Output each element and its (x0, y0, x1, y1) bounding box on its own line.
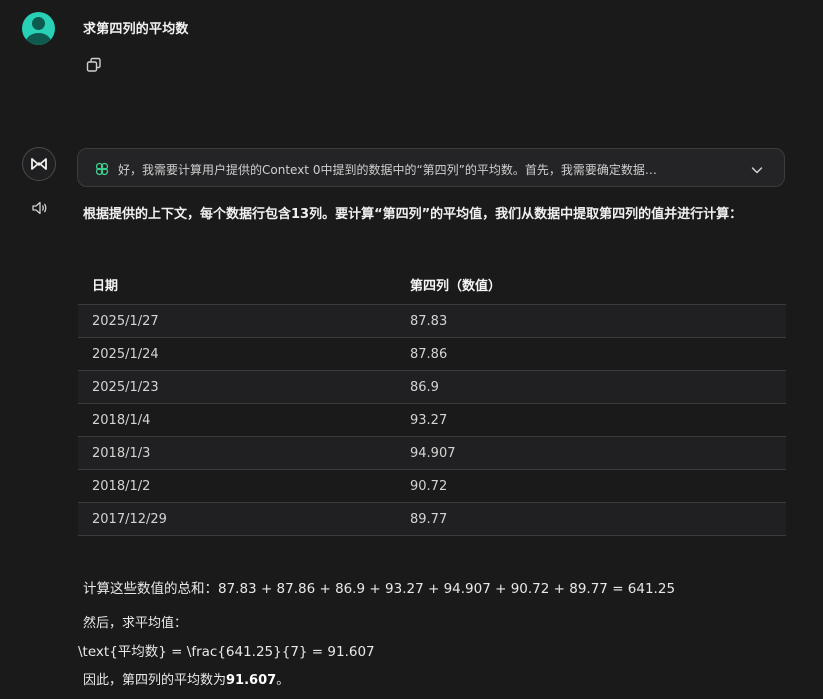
ai-avatar (22, 147, 56, 181)
table-row: 2018/1/3 94.907 (78, 436, 786, 470)
table-cell-value: 90.72 (395, 469, 786, 503)
table-row: 2025/1/24 87.86 (78, 337, 786, 371)
table-cell-date: 2018/1/2 (78, 469, 395, 503)
formula-text: \text{平均数} = \frac{641.25}{7} = 91.607 (78, 644, 375, 660)
table-cell-date: 2018/1/3 (78, 436, 395, 470)
table-cell-value: 86.9 (395, 370, 786, 404)
thinking-summary: 好，我需要计算用户提供的Context 0中提到的数据中的“第四列”的平均数。首… (118, 163, 657, 177)
table-row: 2025/1/23 86.9 (78, 370, 786, 404)
infinity-logo-icon (31, 158, 47, 170)
table-cell-value: 93.27 (395, 403, 786, 437)
table-cell-date: 2025/1/24 (78, 337, 395, 371)
user-avatar (22, 12, 55, 45)
brain-icon (94, 161, 110, 177)
sum-expression: 87.83 + 87.86 + 86.9 + 93.27 + 94.907 + … (218, 581, 676, 597)
table-cell-date: 2017/12/29 (78, 502, 395, 536)
table-row: 2018/1/4 93.27 (78, 403, 786, 437)
speaker-icon[interactable] (31, 199, 49, 217)
table-cell-value: 89.77 (395, 502, 786, 536)
result-value: 91.607 (226, 673, 277, 688)
sum-line: 计算这些数值的总和：87.83 + 87.86 + 86.9 + 93.27 +… (83, 577, 675, 597)
chat-page: 求第四列的平均数 好，我需要计算用户提供的Context 0中提到的数据中的“第… (0, 0, 823, 699)
table-row: 2018/1/2 90.72 (78, 469, 786, 503)
user-message: 求第四列的平均数 (83, 22, 189, 37)
table-cell-value: 87.86 (395, 337, 786, 371)
table-cell-date: 2018/1/4 (78, 403, 395, 437)
table-cell-value: 94.907 (395, 436, 786, 470)
table-header-row: 日期 第四列（数值） (78, 264, 786, 305)
then-text: 然后，求平均值： (83, 616, 188, 631)
table-cell-date: 2025/1/27 (78, 304, 395, 338)
copy-icon[interactable] (86, 57, 102, 73)
answer-intro: 根据提供的上下文，每个数据行包含13列。要计算“第四列”的平均值，我们从数据中提… (83, 207, 743, 222)
result-line: 因此，第四列的平均数为91.607。 (83, 669, 289, 688)
table-cell-date: 2025/1/23 (78, 370, 395, 404)
table-cell-value: 87.83 (395, 304, 786, 338)
data-table: 日期 第四列（数值） 2025/1/27 87.83 2025/1/24 87.… (78, 264, 786, 536)
table-row: 2025/1/27 87.83 (78, 304, 786, 338)
sum-label: 计算这些数值的总和： (83, 581, 218, 597)
thinking-process-toggle[interactable]: 好，我需要计算用户提供的Context 0中提到的数据中的“第四列”的平均数。首… (77, 148, 785, 187)
result-suffix: 。 (276, 673, 290, 688)
table-header-date: 日期 (78, 264, 395, 305)
chevron-down-icon[interactable] (750, 162, 764, 176)
table-row: 2017/12/29 89.77 (78, 502, 786, 536)
table-header-col4: 第四列（数值） (395, 264, 786, 305)
result-prefix: 因此，第四列的平均数为 (83, 673, 227, 688)
